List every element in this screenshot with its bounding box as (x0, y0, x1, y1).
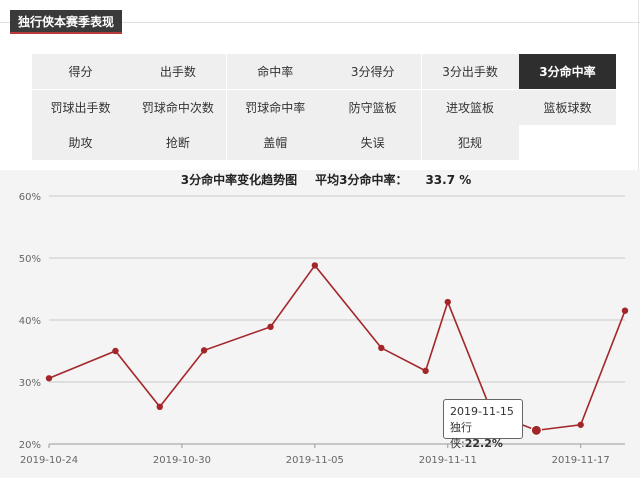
y-tick-label: 30% (19, 378, 41, 389)
chart-tooltip: 2019-11-15 独行侠:22.2% (443, 399, 523, 450)
data-point (621, 307, 629, 314)
x-tick-label: 2019-11-11 (419, 455, 477, 466)
data-point (45, 375, 53, 382)
line-chart: 20% 30% 40% 50% 60% 2019-10-24 2019-10-30 2019-… (19, 192, 629, 466)
y-tick-label: 50% (19, 254, 41, 265)
tooltip-series-row: 独行侠:22.2% (450, 420, 522, 452)
data-point (378, 344, 385, 352)
x-tick-label: 2019-10-30 (153, 455, 211, 466)
data-point (200, 347, 208, 354)
tooltip-date: 2019-11-15 (450, 405, 514, 418)
x-tick-label: 2019-11-05 (286, 455, 344, 466)
x-tick-label: 2019-11-17 (552, 455, 610, 466)
data-point (577, 421, 584, 428)
y-tick-label: 20% (19, 440, 41, 451)
highlighted-point (530, 424, 542, 436)
x-tick-label: 2019-10-24 (20, 455, 78, 466)
data-point (112, 347, 119, 355)
y-tick-label: 60% (19, 192, 41, 203)
series-line (48, 264, 626, 432)
tooltip-value: 22.2% (464, 437, 503, 450)
data-point (156, 403, 163, 410)
data-point (444, 298, 451, 306)
data-point (422, 367, 429, 375)
data-point (267, 323, 274, 331)
data-point (311, 262, 319, 269)
y-tick-label: 40% (19, 316, 41, 327)
